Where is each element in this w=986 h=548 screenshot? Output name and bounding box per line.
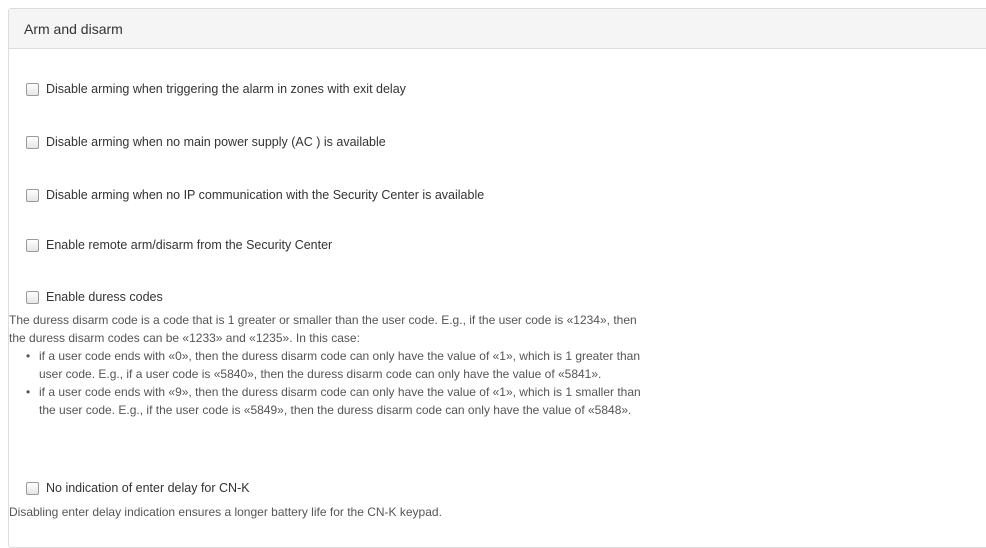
checkbox[interactable] xyxy=(26,188,39,202)
option-disable-arming-no-ac[interactable]: Disable arming when no main power supply… xyxy=(26,135,386,149)
option-label: Disable arming when no IP communication … xyxy=(46,188,485,202)
bullet-line: the user code. E.g., if the user code is… xyxy=(39,403,632,417)
bullet-line: if a user code ends with «0», then the d… xyxy=(39,349,641,363)
help-bullet: if a user code ends with «0», then the d… xyxy=(9,347,641,383)
option-enable-duress-codes[interactable]: Enable duress codes xyxy=(26,290,163,304)
help-bullet: if a user code ends with «9», then the d… xyxy=(9,383,641,419)
arm-disarm-panel: Arm and disarm Disable arming when trigg… xyxy=(8,8,986,548)
option-label: No indication of enter delay for CN-K xyxy=(46,481,250,495)
checkbox[interactable] xyxy=(26,135,39,149)
checkbox[interactable] xyxy=(26,238,39,252)
option-label: Disable arming when triggering the alarm… xyxy=(46,82,406,96)
checkbox[interactable] xyxy=(26,481,39,495)
option-disable-arming-exit-delay[interactable]: Disable arming when triggering the alarm… xyxy=(26,82,406,96)
cnk-help-text: Disabling enter delay indication ensures… xyxy=(9,505,442,519)
checkbox[interactable] xyxy=(26,82,39,96)
bullet-line: if a user code ends with «9», then the d… xyxy=(39,385,641,399)
option-no-enter-delay-cnk[interactable]: No indication of enter delay for CN-K xyxy=(26,481,250,495)
option-label: Disable arming when no main power supply… xyxy=(46,135,386,149)
option-enable-remote-arm[interactable]: Enable remote arm/disarm from the Securi… xyxy=(26,238,332,252)
panel-title: Arm and disarm xyxy=(24,20,123,37)
option-label: Enable duress codes xyxy=(46,290,163,304)
help-line: The duress disarm code is a code that is… xyxy=(9,313,637,327)
bullet-line: user code. E.g., if a user code is «5840… xyxy=(39,367,602,381)
option-disable-arming-no-ip[interactable]: Disable arming when no IP communication … xyxy=(26,188,484,202)
help-list: if a user code ends with «0», then the d… xyxy=(9,347,641,419)
help-line: the duress disarm codes can be «1233» an… xyxy=(9,331,360,345)
checkbox[interactable] xyxy=(26,290,39,304)
duress-help-text: The duress disarm code is a code that is… xyxy=(9,311,641,419)
panel-heading: Arm and disarm xyxy=(9,9,986,49)
option-label: Enable remote arm/disarm from the Securi… xyxy=(46,238,333,252)
